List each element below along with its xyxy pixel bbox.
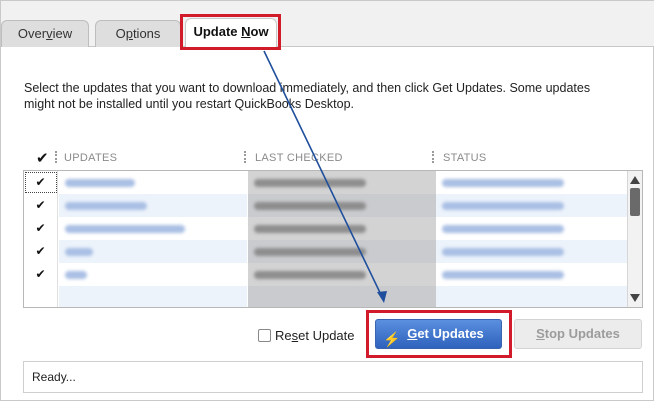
instructions-text: Select the updates that you want to down… [24, 81, 591, 111]
status-cell [436, 171, 628, 194]
tab-overview[interactable]: Overview [1, 20, 89, 47]
table-row[interactable]: ✔ [24, 240, 628, 263]
row-checkbox[interactable]: ✔ [24, 194, 58, 217]
column-header-updates[interactable]: UPDATES [64, 152, 117, 164]
last-checked-cell [248, 286, 436, 307]
row-checkbox[interactable]: ✔ [24, 171, 58, 194]
update-window: Overview Options Update Now Select the u… [0, 0, 654, 401]
row-checkbox[interactable] [24, 286, 58, 307]
last-checked-cell [248, 194, 436, 217]
status-cell [436, 240, 628, 263]
row-checkbox[interactable]: ✔ [24, 217, 58, 240]
table-row[interactable]: ✔ [24, 263, 628, 286]
updates-table: ✔ ✔ ✔ ✔ ✔ [23, 170, 643, 308]
stop-updates-button[interactable]: Stop Updates [514, 319, 642, 349]
reset-label-a: Re [275, 328, 292, 343]
tab-options[interactable]: Options [95, 20, 181, 47]
update-name-cell [59, 171, 247, 194]
status-bar: Ready... [23, 361, 643, 393]
table-row[interactable]: ✔ [24, 194, 628, 217]
column-separator[interactable] [55, 151, 57, 163]
update-name-cell [59, 217, 247, 240]
column-header-last-checked[interactable]: LAST CHECKED [255, 152, 343, 164]
table-row[interactable]: ✔ [24, 171, 628, 194]
reset-label-c: et Update [298, 328, 355, 343]
status-cell [436, 194, 628, 217]
tab-overview-label-a: Over [17, 26, 47, 41]
stop-updates-label-a: S [536, 326, 545, 341]
last-checked-cell [248, 263, 436, 286]
column-header-status[interactable]: STATUS [443, 152, 487, 164]
last-checked-cell [248, 240, 436, 263]
status-cell [436, 263, 628, 286]
scroll-down-arrow-icon[interactable] [630, 294, 640, 302]
table-row[interactable] [24, 286, 628, 307]
tab-options-label-a: O [115, 26, 126, 41]
tab-highlight-box [180, 14, 281, 50]
tab-options-label-c: tions [132, 26, 161, 41]
row-checkbox[interactable]: ✔ [24, 240, 58, 263]
column-separator[interactable] [244, 151, 246, 163]
scroll-up-arrow-icon[interactable] [630, 176, 640, 184]
stop-updates-label-b: top Updates [544, 326, 620, 341]
update-name-cell [59, 240, 247, 263]
get-updates-highlight-box [366, 310, 512, 358]
last-checked-cell [248, 171, 436, 194]
tab-bar: Overview Options Update Now [1, 1, 654, 48]
tab-overview-label-c: iew [52, 26, 73, 41]
table-header: ✔ UPDATES LAST CHECKED STATUS [23, 147, 643, 169]
tab-options-label-b: p [125, 26, 133, 41]
status-cell [436, 217, 628, 240]
table-row[interactable]: ✔ [24, 217, 628, 240]
scrollbar-thumb[interactable] [630, 188, 640, 216]
reset-update-checkbox[interactable] [258, 329, 271, 342]
last-checked-cell [248, 217, 436, 240]
vertical-scrollbar[interactable] [627, 171, 642, 307]
check-all-header[interactable]: ✔ [36, 149, 49, 167]
update-name-cell [59, 194, 247, 217]
reset-update-label[interactable]: Reset Update [275, 328, 355, 343]
update-name-cell [59, 263, 247, 286]
status-cell [436, 286, 628, 307]
update-name-cell [59, 286, 247, 307]
column-separator[interactable] [432, 151, 434, 163]
row-checkbox[interactable]: ✔ [24, 263, 58, 286]
